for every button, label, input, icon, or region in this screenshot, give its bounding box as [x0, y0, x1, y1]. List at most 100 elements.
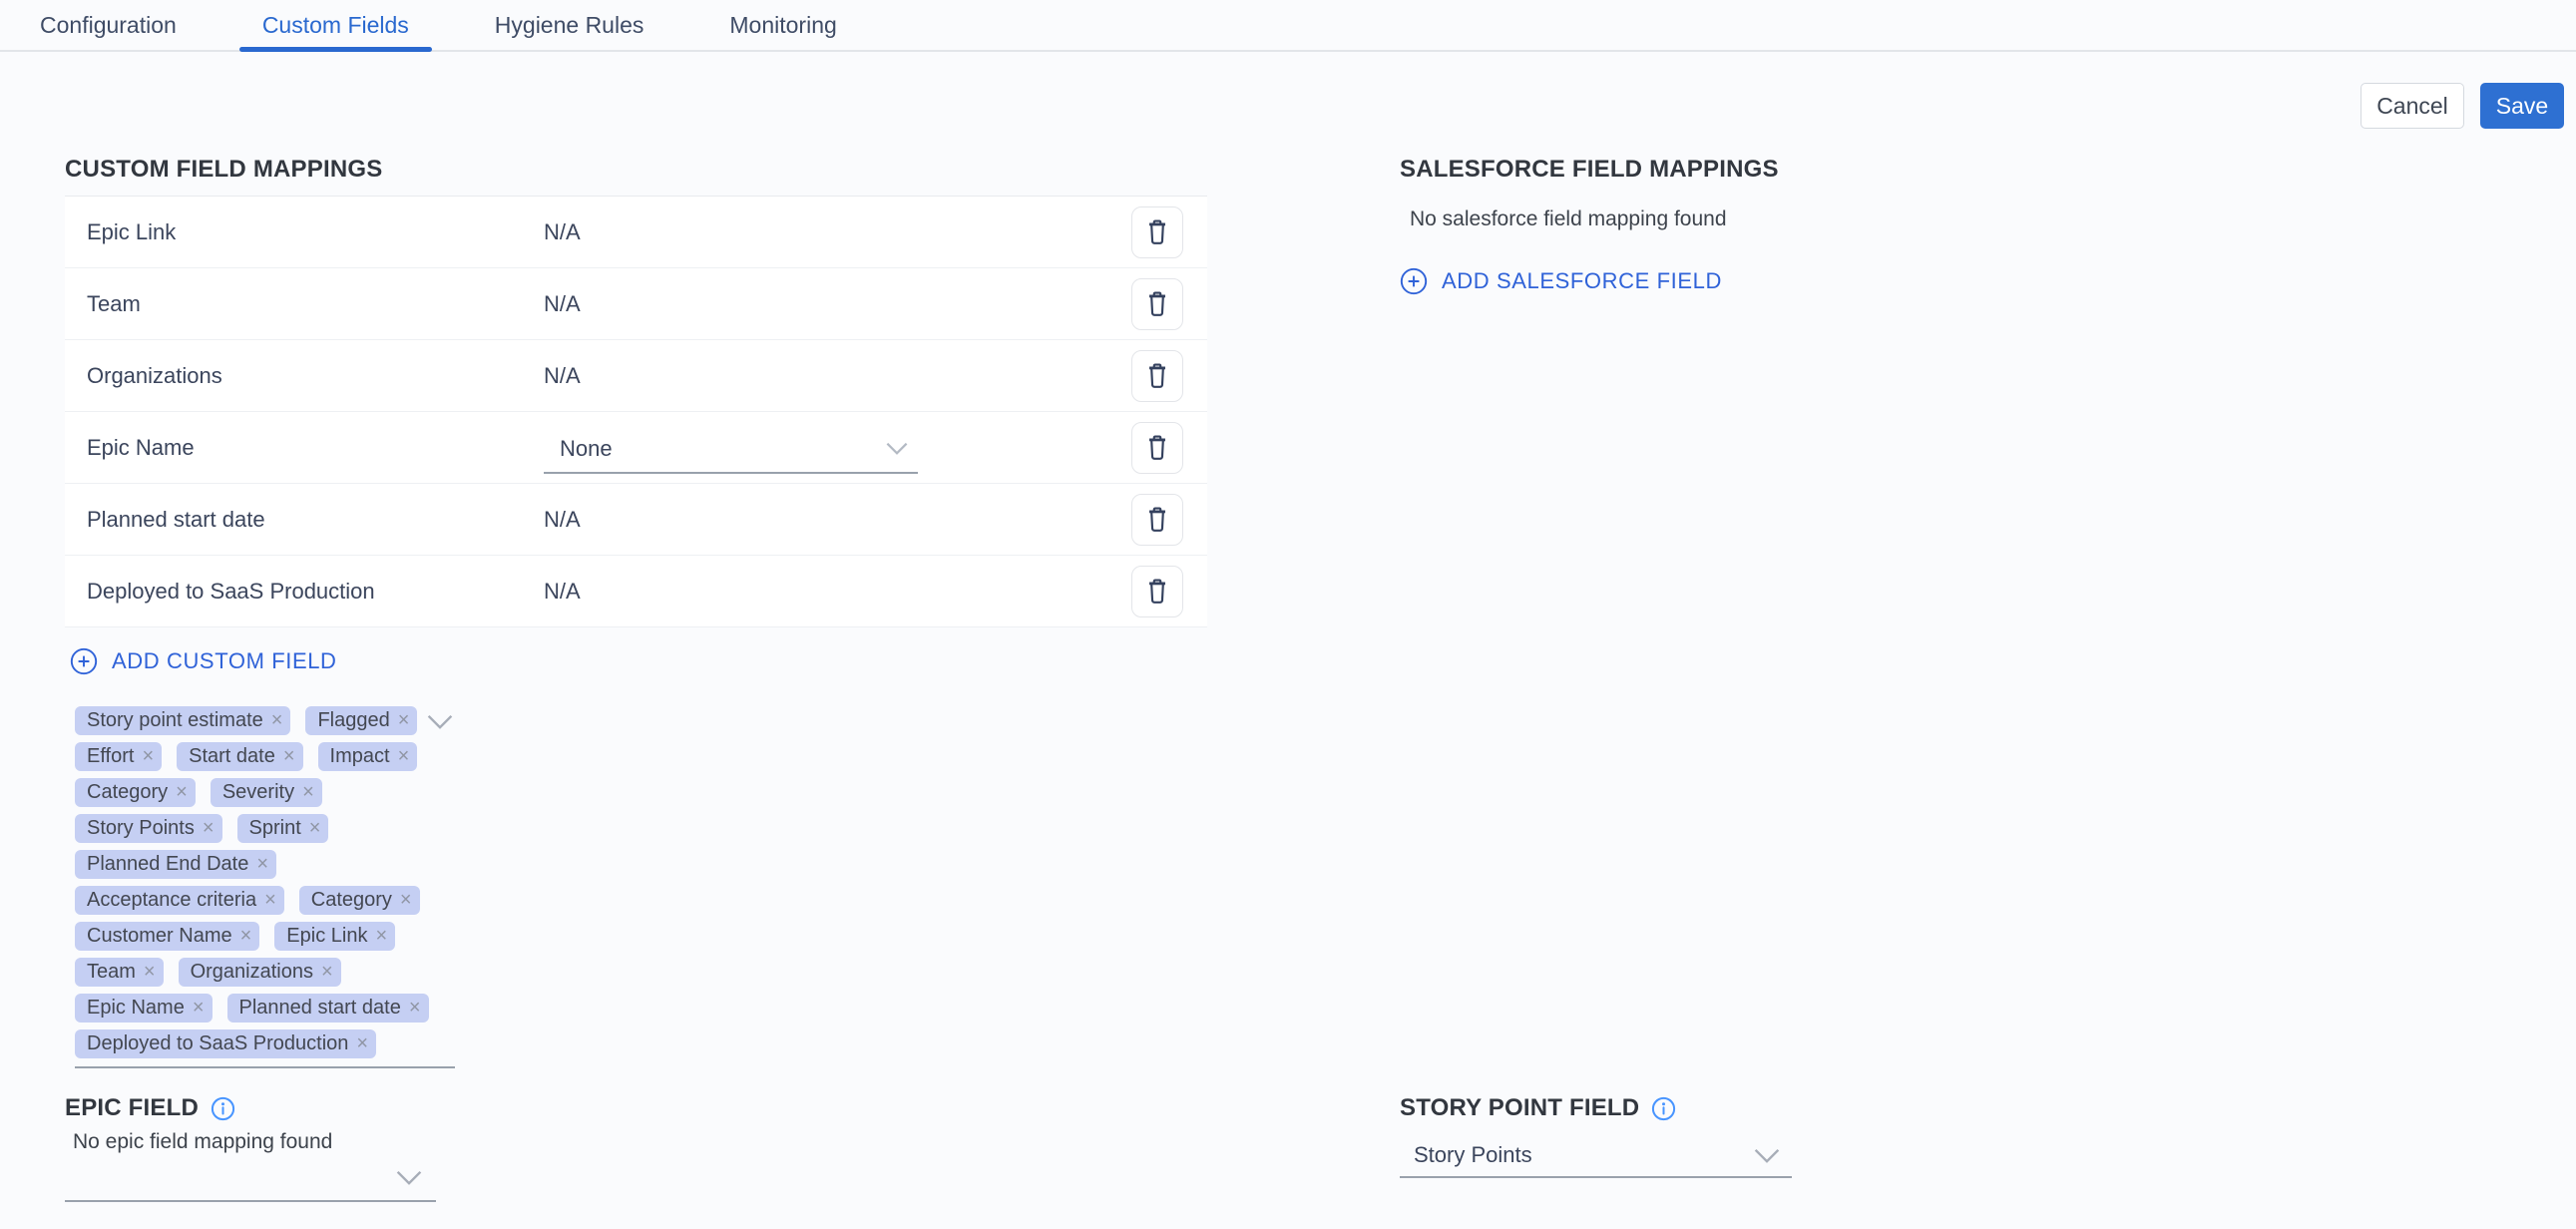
story-point-field-select[interactable]: Story Points — [1400, 1134, 1792, 1178]
chip-remove-icon[interactable]: × — [240, 925, 252, 948]
delete-field-button[interactable] — [1131, 278, 1183, 330]
chip-label: Epic Name — [87, 997, 185, 1020]
field-chip: Deployed to SaaS Production × — [75, 1029, 376, 1058]
chip-label: Impact — [330, 745, 390, 768]
delete-field-button[interactable] — [1131, 350, 1183, 402]
field-chip: Planned End Date × — [75, 850, 276, 879]
chip-remove-icon[interactable]: × — [321, 961, 333, 984]
info-icon[interactable] — [1651, 1096, 1676, 1121]
field-value: N/A — [544, 363, 581, 389]
custom-field-row: Epic Name None None — [65, 412, 1207, 484]
tab-label: Monitoring — [729, 12, 836, 39]
chip-remove-icon[interactable]: × — [203, 817, 215, 840]
chevron-down-icon — [886, 442, 908, 455]
tab[interactable]: Custom Fields — [239, 0, 432, 50]
custom-field-row: Planned start date N/A N/A — [65, 484, 1207, 556]
chip-remove-icon[interactable]: × — [271, 709, 283, 732]
custom-field-mappings-section: CUSTOM FIELD MAPPINGS Epic Link N/A N/A — [65, 156, 1207, 1068]
trash-icon — [1144, 506, 1170, 534]
field-chip: Effort × — [75, 742, 162, 771]
chip-label: Category — [311, 889, 392, 912]
chip-label: Planned End Date — [87, 853, 248, 876]
field-select[interactable]: None — [544, 426, 918, 474]
chip-remove-icon[interactable]: × — [283, 745, 295, 768]
field-chip: Planned start date × — [227, 994, 429, 1023]
chip-remove-icon[interactable]: × — [409, 997, 421, 1020]
tab-label: Configuration — [40, 12, 177, 39]
tab[interactable]: Configuration — [17, 0, 200, 50]
salesforce-field-mappings-section: SALESFORCE FIELD MAPPINGS No salesforce … — [1400, 156, 2497, 1068]
chip-label: Story Points — [87, 817, 195, 840]
add-custom-field-label: ADD CUSTOM FIELD — [112, 648, 337, 674]
custom-field-mappings-table: Epic Link N/A N/A — [65, 197, 1207, 627]
info-icon[interactable] — [211, 1096, 235, 1121]
field-select-value: None — [544, 436, 613, 462]
custom-field-row: Epic Link N/A N/A — [65, 197, 1207, 268]
field-chip: Flagged × — [305, 706, 417, 735]
epic-field-select[interactable] — [65, 1158, 436, 1202]
trash-icon — [1144, 578, 1170, 606]
plus-circle-icon — [1400, 267, 1428, 295]
field-label: Epic Name — [65, 435, 544, 461]
chip-remove-icon[interactable]: × — [309, 817, 321, 840]
chip-remove-icon[interactable]: × — [176, 781, 188, 804]
chip-remove-icon[interactable]: × — [193, 997, 205, 1020]
chip-remove-icon[interactable]: × — [144, 961, 156, 984]
save-button[interactable]: Save — [2480, 83, 2564, 129]
custom-fields-settings-page: Configuration Custom Fields Hygiene Rule… — [0, 0, 2576, 1229]
chip-remove-icon[interactable]: × — [256, 853, 268, 876]
cancel-button[interactable]: Cancel — [2361, 83, 2464, 129]
field-label: Planned start date — [65, 507, 544, 533]
field-label: Deployed to SaaS Production — [65, 579, 544, 605]
chip-remove-icon[interactable]: × — [142, 745, 154, 768]
chip-label: Team — [87, 961, 136, 984]
chip-label: Flagged — [317, 709, 389, 732]
trash-icon — [1144, 434, 1170, 462]
story-point-field-section: STORY POINT FIELD Story Points — [1400, 1094, 2497, 1202]
form-action-bar: Cancel Save — [2361, 83, 2564, 129]
plus-circle-icon — [70, 647, 98, 675]
chip-label: Effort — [87, 745, 134, 768]
chip-label: Organizations — [191, 961, 313, 984]
epic-field-title-text: EPIC FIELD — [65, 1094, 199, 1122]
salesforce-empty-message: No salesforce field mapping found — [1400, 207, 2497, 231]
field-chip: Acceptance criteria × — [75, 886, 284, 915]
chip-remove-icon[interactable]: × — [398, 745, 410, 768]
available-fields-multiselect[interactable]: Story point estimate × Flagged × Effort … — [75, 704, 455, 1068]
add-salesforce-field-label: ADD SALESFORCE FIELD — [1442, 268, 1722, 294]
trash-icon — [1144, 218, 1170, 246]
tab[interactable]: Monitoring — [706, 0, 859, 50]
chip-remove-icon[interactable]: × — [264, 889, 276, 912]
delete-field-button[interactable] — [1131, 566, 1183, 617]
delete-field-button[interactable] — [1131, 494, 1183, 546]
field-chip: Impact × — [318, 742, 418, 771]
settings-tab-bar: Configuration Custom Fields Hygiene Rule… — [0, 0, 2576, 52]
chevron-down-icon — [1754, 1148, 1780, 1163]
delete-field-button[interactable] — [1131, 206, 1183, 258]
field-label: Team — [65, 291, 544, 317]
chip-label: Customer Name — [87, 925, 232, 948]
tab-label: Hygiene Rules — [495, 12, 644, 39]
add-custom-field-button[interactable]: ADD CUSTOM FIELD — [70, 647, 337, 675]
field-chip: Start date × — [177, 742, 302, 771]
chip-remove-icon[interactable]: × — [302, 781, 314, 804]
chip-remove-icon[interactable]: × — [400, 889, 412, 912]
epic-field-empty-message: No epic field mapping found — [65, 1130, 1207, 1154]
chip-label: Story point estimate — [87, 709, 263, 732]
chip-remove-icon[interactable]: × — [398, 709, 410, 732]
field-value: N/A — [544, 507, 581, 533]
story-point-field-title-text: STORY POINT FIELD — [1400, 1094, 1639, 1122]
add-salesforce-field-button[interactable]: ADD SALESFORCE FIELD — [1400, 267, 1722, 295]
chip-remove-icon[interactable]: × — [375, 925, 387, 948]
tab[interactable]: Hygiene Rules — [472, 0, 667, 50]
chip-label: Acceptance criteria — [87, 889, 256, 912]
field-chip: Team × — [75, 958, 164, 987]
epic-field-section: EPIC FIELD No epic field mapping found — [65, 1094, 1207, 1202]
delete-field-button[interactable] — [1131, 422, 1183, 474]
field-chip: Epic Name × — [75, 994, 213, 1023]
field-chip: Category × — [299, 886, 420, 915]
chip-remove-icon[interactable]: × — [356, 1032, 368, 1055]
chevron-down-icon[interactable] — [427, 714, 453, 729]
tab-label: Custom Fields — [262, 12, 409, 39]
custom-field-row: Deployed to SaaS Production N/A N/A — [65, 556, 1207, 627]
